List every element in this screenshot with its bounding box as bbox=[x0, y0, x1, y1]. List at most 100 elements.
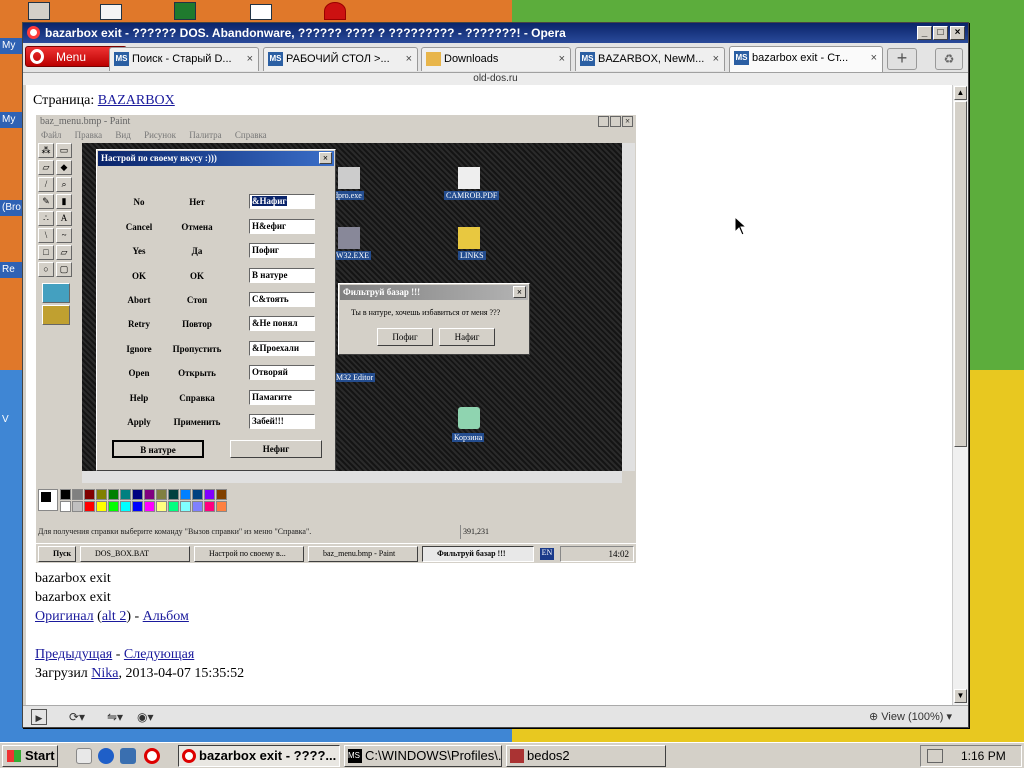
palette-swatch bbox=[192, 489, 203, 500]
curve-icon: ~ bbox=[56, 228, 72, 243]
clock[interactable]: 1:16 PM bbox=[961, 746, 1006, 766]
computer-icon[interactable] bbox=[28, 2, 50, 20]
line-icon: \ bbox=[38, 228, 54, 243]
palette-swatch bbox=[96, 489, 107, 500]
task-bedos[interactable]: bedos2 bbox=[506, 745, 666, 767]
tab-bazarbox-exit[interactable]: MS bazarbox exit - Ст... × bbox=[729, 46, 883, 72]
upload-info: Загрузил Nika, 2013-04-07 15:35:52 bbox=[35, 666, 244, 682]
excel-icon[interactable] bbox=[174, 2, 196, 20]
scroll-up-icon[interactable]: ▲ bbox=[954, 86, 967, 100]
upload-date: , 2013-04-07 15:35:52 bbox=[118, 666, 245, 681]
original-link[interactable]: Оригинал bbox=[35, 609, 94, 624]
panel-toggle-icon[interactable]: ▶ bbox=[31, 709, 47, 725]
opera-window: bazarbox exit - ?????? DOS. Abandonware,… bbox=[22, 22, 969, 728]
new-tab-button[interactable]: + bbox=[887, 48, 917, 70]
tab-label: Поиск - Старый D... bbox=[132, 53, 232, 65]
tab-close-icon[interactable]: × bbox=[406, 48, 412, 70]
mail-icon[interactable] bbox=[100, 4, 122, 20]
trash-icon[interactable]: ♻ bbox=[935, 48, 963, 70]
dialog-ok-button: В натуре bbox=[112, 440, 204, 458]
clock-icon[interactable] bbox=[250, 4, 272, 20]
paint-coords: 391,231 bbox=[460, 525, 489, 539]
paint-statusbar: Для получения справки выберите команду "… bbox=[36, 525, 636, 539]
turbo-icon[interactable]: ◉▾ bbox=[137, 709, 154, 725]
desktop-label[interactable]: V bbox=[0, 412, 22, 428]
tab-label: BAZARBOX, NewM... bbox=[598, 53, 705, 65]
desktop-label[interactable]: My bbox=[0, 112, 22, 128]
fill-icon: ◆ bbox=[56, 160, 72, 175]
desktop-label[interactable]: My bbox=[0, 38, 22, 54]
current-color-swatch bbox=[38, 489, 58, 511]
windows-logo-icon bbox=[7, 750, 21, 762]
zoom-control[interactable]: ⊕ View (100%) ▾ bbox=[869, 709, 952, 725]
share-icon[interactable]: ⇋▾ bbox=[107, 709, 123, 725]
minimize-button[interactable]: _ bbox=[917, 26, 932, 40]
opera-icon[interactable] bbox=[324, 2, 346, 20]
maximize-button[interactable]: □ bbox=[933, 26, 948, 40]
quicklaunch-edit-icon[interactable] bbox=[76, 748, 92, 764]
mapping-ru: Стоп bbox=[186, 295, 208, 305]
ie-icon[interactable] bbox=[98, 748, 114, 764]
tab-desktop[interactable]: MS РАБОЧИЙ СТОЛ >... × bbox=[263, 47, 418, 71]
bazarbox-link[interactable]: BAZARBOX bbox=[98, 93, 175, 108]
palette-swatch bbox=[72, 489, 83, 500]
task-dos[interactable]: MS C:\WINDOWS\Profiles\... bbox=[344, 745, 502, 767]
ms-icon: MS bbox=[734, 51, 749, 65]
next-link[interactable]: Следующая bbox=[124, 647, 194, 662]
caption-2: bazarbox exit bbox=[35, 590, 111, 605]
album-link[interactable]: Альбом bbox=[143, 609, 189, 624]
mapping-en: Help bbox=[129, 393, 149, 403]
prev-link[interactable]: Предыдущая bbox=[35, 647, 112, 662]
palette-swatch bbox=[156, 501, 167, 512]
paint-menu-item: Вид bbox=[115, 130, 131, 140]
mapping-en: Ignore bbox=[126, 344, 152, 354]
page-label: Страница: bbox=[33, 93, 95, 108]
mapping-row: Help Справка Памагите bbox=[97, 390, 337, 406]
page-vscroll[interactable]: ▲ ▼ bbox=[952, 85, 968, 705]
palette-swatch bbox=[72, 501, 83, 512]
tab-close-icon[interactable]: × bbox=[559, 48, 565, 70]
desktop-label[interactable]: (Bro bbox=[0, 200, 22, 216]
alt2-link[interactable]: alt 2 bbox=[102, 609, 127, 624]
pager: Предыдущая - Следующая bbox=[35, 647, 194, 663]
screenshot-image[interactable]: baz_menu.bmp - Paint × Файл Правка Вид Р… bbox=[36, 115, 636, 563]
palette-swatch bbox=[132, 489, 143, 500]
folder-icon bbox=[458, 227, 480, 249]
tab-bar: Menu MS Поиск - Старый D... × MS РАБОЧИЙ… bbox=[23, 43, 968, 73]
tab-search[interactable]: MS Поиск - Старый D... × bbox=[109, 47, 259, 71]
start-button[interactable]: Start bbox=[2, 745, 58, 767]
desktop-label[interactable]: Re bbox=[0, 262, 22, 278]
ms-icon: MS bbox=[114, 52, 129, 66]
scroll-down-icon[interactable]: ▼ bbox=[954, 689, 967, 703]
mapping-field: С&тоять bbox=[249, 292, 315, 307]
task-opera[interactable]: bazarbox exit - ????... bbox=[178, 745, 340, 767]
tab-close-icon[interactable]: × bbox=[713, 48, 719, 70]
exe-icon bbox=[338, 167, 360, 189]
tab-close-icon[interactable]: × bbox=[247, 48, 253, 70]
brush-icon: ▮ bbox=[56, 194, 72, 209]
caption-1: bazarbox exit bbox=[35, 571, 111, 586]
palette-swatch bbox=[108, 501, 119, 512]
close-button[interactable]: × bbox=[950, 26, 965, 40]
sync-icon[interactable]: ⟳▾ bbox=[69, 709, 85, 725]
menu-label: Menu bbox=[56, 50, 87, 64]
palette-swatch bbox=[84, 489, 95, 500]
mapping-ru: OK bbox=[189, 271, 204, 281]
rect-icon: □ bbox=[38, 245, 54, 260]
desktop-show-icon[interactable] bbox=[120, 748, 136, 764]
user-link[interactable]: Nika bbox=[91, 666, 118, 681]
tab-bazarbox[interactable]: MS BAZARBOX, NewM... × bbox=[575, 47, 725, 71]
opera-quick-icon[interactable] bbox=[144, 748, 160, 764]
system-tray: 1:16 PM bbox=[920, 745, 1022, 767]
mapping-row: Ignore Пропустить &Проехали bbox=[97, 341, 337, 357]
tab-label: РАБОЧИЙ СТОЛ >... bbox=[286, 53, 390, 65]
dash: - bbox=[131, 609, 143, 624]
tray-monitor-icon[interactable] bbox=[927, 749, 943, 763]
address-bar[interactable]: old-dos.ru bbox=[23, 73, 968, 85]
scroll-thumb[interactable] bbox=[954, 101, 967, 447]
tab-downloads[interactable]: Downloads × bbox=[421, 47, 571, 71]
dialog-message: Ты в натуре, хочешь избавиться от меня ?… bbox=[351, 308, 501, 317]
title-bar[interactable]: bazarbox exit - ?????? DOS. Abandonware,… bbox=[23, 23, 968, 43]
zoom-label: View (100%) bbox=[881, 711, 944, 723]
tab-close-icon[interactable]: × bbox=[871, 47, 877, 69]
